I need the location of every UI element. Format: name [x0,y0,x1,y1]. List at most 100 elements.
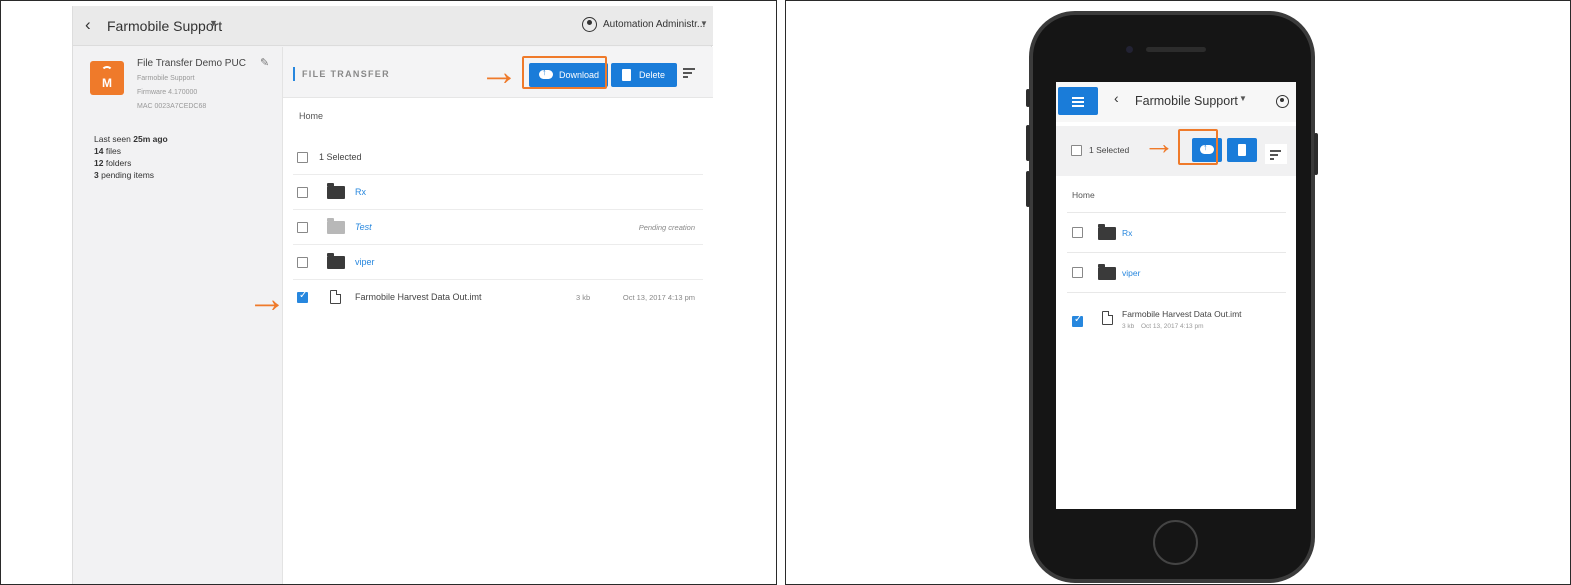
user-menu[interactable]: Automation Administr... [603,19,705,30]
stat-pending: 3 pending items [94,170,154,180]
list-item[interactable]: Test Pending creation [293,210,703,245]
download-highlight-box [522,56,607,89]
item-name[interactable]: Farmobile Harvest Data Out.imt [1122,309,1242,319]
trash-icon [622,69,631,81]
item-size: 3 kb [1122,323,1135,330]
phone-side-button [1026,171,1030,207]
org-switcher[interactable]: Farmobile Support [1135,94,1238,108]
list-item[interactable]: Rx [1067,212,1286,252]
select-all-checkbox[interactable] [297,152,308,163]
stat-files: 14 files [94,146,121,156]
phone-home-button [1153,520,1198,565]
mobile-toolbar: 1 Selected [1056,126,1296,176]
user-account-icon[interactable] [582,17,597,32]
phone-side-button [1314,133,1318,175]
stat-files-label: files [105,146,121,156]
item-date: Oct 13, 2017 4:13 pm [622,293,695,302]
breadcrumb[interactable]: Home [299,111,323,121]
folder-icon [327,253,345,269]
row-checkbox-checked[interactable] [297,290,308,303]
delete-button[interactable]: Delete [611,63,677,87]
row-checkbox[interactable] [297,222,308,233]
item-size: 3 kb [576,293,591,302]
stat-pending-label: pending items [101,170,155,180]
select-all-row: 1 Selected [293,140,703,175]
sort-icon[interactable] [683,68,695,80]
arrow-to-download-icon: → [1143,125,1175,161]
selected-count: 1 Selected [319,152,362,162]
user-account-icon[interactable] [1276,95,1289,108]
file-transfer-title: FILE TRANSFER [302,69,390,79]
folder-icon [327,218,345,234]
download-highlight-box [1178,129,1218,165]
select-all-checkbox[interactable] [1071,145,1082,156]
phone-side-button [1026,89,1030,107]
item-name[interactable]: Farmobile Harvest Data Out.imt [355,292,482,302]
stat-folders: 12 folders [94,158,131,168]
list-item[interactable]: Rx [293,175,703,210]
phone-earpiece [1146,47,1206,52]
arrow-to-file-icon: → [247,277,287,321]
edit-pencil-icon[interactable]: ✎ [260,56,269,69]
row-checkbox[interactable] [1072,227,1083,238]
org-caret-icon[interactable]: ▼ [1239,94,1247,103]
delete-button[interactable] [1227,138,1257,162]
file-icon [330,290,341,304]
file-icon [1102,311,1113,325]
device-logo-icon: M [90,61,124,95]
list-item[interactable]: Farmobile Harvest Data Out.imt 3 kb Oct … [293,280,703,315]
item-name[interactable]: viper [1122,268,1140,278]
org-caret-icon[interactable]: ▼ [209,18,218,28]
sort-icon[interactable] [1265,144,1287,164]
title-accent-bar [293,67,295,81]
org-switcher[interactable]: Farmobile Support [107,18,222,34]
desktop-screenshot-panel: ‹ Farmobile Support ▼ Automation Adminis… [0,0,777,585]
delete-label: Delete [639,70,666,80]
wifi-icon [101,66,113,76]
stat-last-seen: Last seen 25m ago [94,134,168,144]
item-name[interactable]: Rx [355,187,366,197]
mobile-top-bar: ‹ Farmobile Support ▼ [1056,82,1296,122]
phone-side-button [1026,125,1030,161]
item-name[interactable]: Test [355,222,372,232]
back-chevron-icon[interactable]: ‹ [85,15,91,35]
device-mac: MAC 0023A7CEDC68 [137,103,207,110]
item-name[interactable]: Rx [1122,228,1132,238]
desktop-app: ‹ Farmobile Support ▼ Automation Adminis… [72,6,713,584]
phone-screen: ‹ Farmobile Support ▼ 1 Selected Home [1056,82,1296,509]
item-name[interactable]: viper [355,257,375,267]
device-logo-letter: M [102,76,112,90]
stat-pending-count: 3 [94,170,99,180]
row-checkbox-checked[interactable] [1072,314,1083,327]
trash-icon [1238,144,1246,156]
item-date: Oct 13, 2017 4:13 pm [1141,323,1204,330]
folder-icon [1098,264,1116,280]
list-item[interactable]: Farmobile Harvest Data Out.imt 3 kb Oct … [1067,292,1286,342]
list-item[interactable]: viper [293,245,703,280]
folder-icon [1098,224,1116,240]
phone-frame: ‹ Farmobile Support ▼ 1 Selected Home [1026,11,1318,583]
file-transfer-panel: FILE TRANSFER Download Delete Home 1 Sel… [283,47,713,584]
stat-files-count: 14 [94,146,104,156]
device-name: File Transfer Demo PUC [137,58,246,69]
phone-camera [1126,46,1133,53]
hamburger-menu-icon[interactable] [1058,87,1098,115]
stat-last-seen-value: 25m ago [133,134,168,144]
mobile-screenshot-panel: ‹ Farmobile Support ▼ 1 Selected Home [785,0,1571,585]
row-checkbox[interactable] [1072,267,1083,278]
selected-count: 1 Selected [1089,145,1130,155]
device-org: Farmobile Support [137,75,195,82]
user-caret-icon[interactable]: ▼ [700,19,708,28]
top-bar: ‹ Farmobile Support ▼ Automation Adminis… [73,6,713,46]
arrow-to-download-icon: → [479,50,519,94]
row-checkbox[interactable] [297,187,308,198]
folder-icon [327,183,345,199]
back-chevron-icon[interactable]: ‹ [1114,90,1119,106]
row-checkbox[interactable] [297,257,308,268]
breadcrumb[interactable]: Home [1072,190,1095,200]
item-status: Pending creation [638,223,695,232]
stat-folders-label: folders [105,158,132,168]
list-item[interactable]: viper [1067,252,1286,292]
device-firmware: Firmware 4.170000 [137,89,198,96]
stat-folders-count: 12 [94,158,104,168]
